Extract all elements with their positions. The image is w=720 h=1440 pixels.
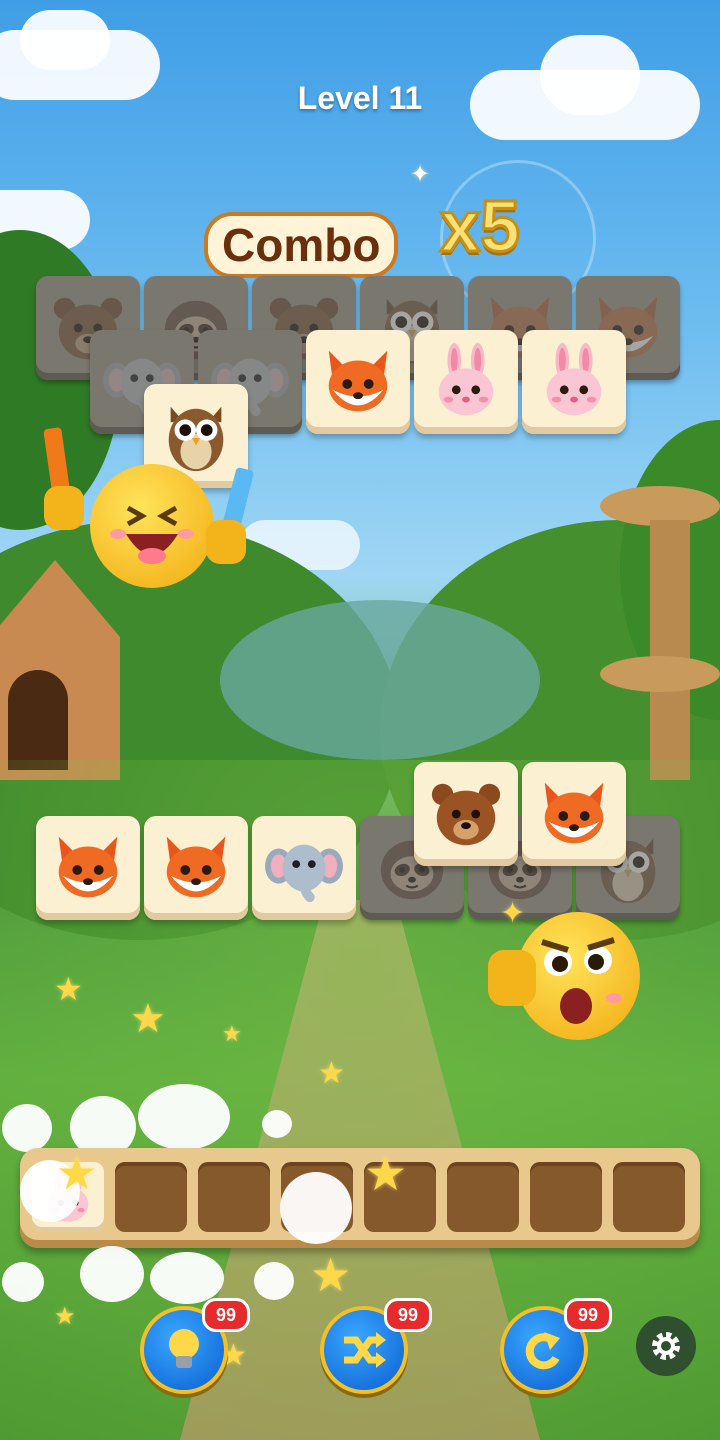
level-title: Level 11	[297, 80, 423, 116]
smoke-puff	[280, 1172, 352, 1244]
combo-multiplier: x5	[438, 186, 521, 269]
game-stage: Level 11 Combo x5 ★ ★ ★ ★ ✦ ✦ ★ ★ ★ ★ ★ …	[0, 0, 720, 1440]
settings-button[interactable]	[636, 1316, 696, 1376]
lightbulb-icon	[169, 1329, 199, 1368]
shuffle-icon	[344, 1332, 386, 1368]
bunny-tile[interactable]	[522, 330, 626, 434]
smoke-puff	[2, 1262, 44, 1302]
star-sparkle: ✦	[410, 160, 431, 188]
emoji-hand	[44, 486, 84, 530]
dog-house-door	[8, 670, 68, 770]
bunny-icon	[438, 343, 494, 416]
fox-icon	[166, 836, 226, 898]
smoke-puff	[262, 1110, 292, 1138]
star-sparkle: ★	[318, 1056, 345, 1091]
star-sparkle: ★	[54, 1302, 76, 1330]
fox-tile[interactable]	[522, 762, 626, 866]
star-sparkle: ✦	[500, 896, 526, 931]
cat-tree-post	[650, 520, 690, 780]
fox-tile[interactable]	[144, 816, 248, 920]
tray-slot	[447, 1162, 519, 1232]
undo-icon	[525, 1332, 560, 1370]
smoke-puff	[150, 1252, 224, 1304]
gear-icon	[652, 1332, 680, 1360]
shuffle-count-badge: 99	[384, 1298, 432, 1332]
tray-slot	[530, 1162, 602, 1232]
cat-tree-platform	[600, 656, 720, 692]
star-sparkle: ★	[310, 1248, 352, 1302]
smoke-puff	[254, 1262, 294, 1300]
bear-tile[interactable]	[414, 762, 518, 866]
undo-count-badge: 99	[564, 1298, 612, 1332]
star-sparkle: ★	[222, 1022, 242, 1047]
tray-slot	[613, 1162, 685, 1232]
mountain	[220, 600, 540, 760]
emoji-hand	[206, 520, 246, 564]
fox-tile[interactable]	[36, 816, 140, 920]
star-sparkle: ★	[364, 1146, 408, 1202]
bunny-icon	[546, 343, 602, 416]
fox-icon	[58, 836, 118, 898]
smoke-puff	[138, 1084, 230, 1150]
thumbs-up-hand	[488, 950, 536, 1006]
cloud	[20, 10, 110, 70]
fox-icon	[328, 350, 388, 412]
elephant-tile[interactable]	[252, 816, 356, 920]
smoke-puff	[2, 1104, 52, 1152]
bunny-tile[interactable]	[414, 330, 518, 434]
fox-icon	[544, 782, 604, 844]
smoke-puff	[80, 1246, 144, 1302]
hint-count-badge: 99	[202, 1298, 250, 1332]
tray-slot	[198, 1162, 270, 1232]
elephant-icon	[265, 844, 343, 903]
combo-label: Combo	[204, 212, 399, 278]
laughing-emoji	[90, 464, 214, 588]
star-sparkle: ★	[130, 996, 166, 1042]
star-sparkle: ★	[54, 970, 83, 1008]
bear-icon	[431, 783, 501, 846]
star-sparkle: ★	[56, 1146, 98, 1200]
fox-tile[interactable]	[306, 330, 410, 434]
tray-slot	[115, 1162, 187, 1232]
